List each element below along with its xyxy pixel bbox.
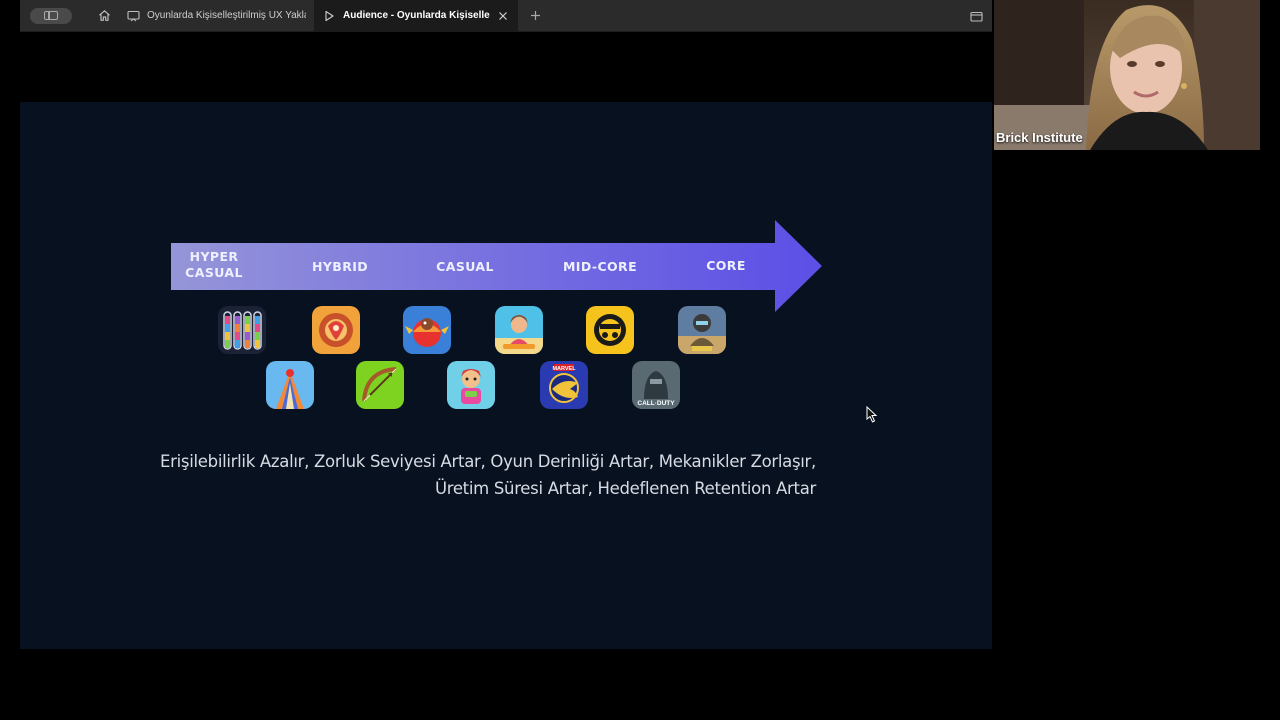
stage-label-hybrid: HYBRID [311,259,369,274]
water-sort-game-icon [218,306,266,354]
candy-crush-icon [403,306,451,354]
stage-label-casual: CASUAL [436,259,494,274]
pubg-icon [678,306,726,354]
marvel-game-icon: MARVEL [540,361,588,409]
browser-window: Oyunlarda Kişiselleştirilmiş UX Yaklaş A… [20,0,992,720]
new-tab-button[interactable] [522,3,548,29]
slide-caption: Erişilebilirlik Azalır, Zorluk Seviyesi … [116,448,816,502]
sidebar-toggle-button[interactable] [30,7,72,24]
participant-name: Brick Institute [996,130,1083,145]
home-icon [98,10,110,21]
tab-title: Oyunlarda Kişiselleştirilmiş UX Yaklaş [147,10,306,21]
call-of-duty-logo-text: CALL·DUTY [637,400,675,407]
caption-line-1: Erişilebilirlik Azalır, Zorluk Seviyesi … [160,452,816,471]
tab-audience[interactable]: Audience - Oyunlarda Kişiselleştir [314,0,518,32]
window-icon [969,11,983,22]
casual-game-icon [495,306,543,354]
screen: Oyunlarda Kişiselleştirilmiş UX Yaklaş A… [0,0,1280,720]
participant-video-tile[interactable]: Brick Institute [994,0,1260,150]
close-icon [499,11,507,20]
presentation-icon [126,9,140,23]
hybrid-game-icon [312,306,360,354]
stage-label-hyper-casual: HYPER CASUAL [185,249,243,280]
stage-label-mid-core: MID-CORE [562,259,638,274]
participant-video [994,0,1260,150]
tab-title: Audience - Oyunlarda Kişiselleştir [343,10,490,21]
tab-bar: Oyunlarda Kişiselleştirilmiş UX Yaklaş A… [20,0,992,32]
hoop-run-icon [266,361,314,409]
archery-game-icon [356,361,404,409]
brawl-stars-icon [586,306,634,354]
subway-surfers-icon [447,361,495,409]
presentation-slide: HYPERCASUAL HYBRID CASUAL MID-CORE CORE [20,102,992,649]
caption-line-2: Üretim Süresi Artar, Hedeflenen Retentio… [434,479,816,498]
mouse-cursor-icon [866,406,878,423]
close-tab-button[interactable] [496,9,510,23]
tab-presentation[interactable]: Oyunlarda Kişiselleştirilmiş UX Yaklaş [118,0,314,32]
stage-label-core: CORE [706,258,746,273]
call-of-duty-icon: CALL·DUTY [632,361,680,409]
sidebar-icon [44,11,58,20]
window-menu-button[interactable] [968,8,984,24]
marvel-logo-text: MARVEL [552,366,576,372]
home-button[interactable] [90,2,118,30]
play-icon [322,9,336,23]
plus-icon [530,11,540,20]
